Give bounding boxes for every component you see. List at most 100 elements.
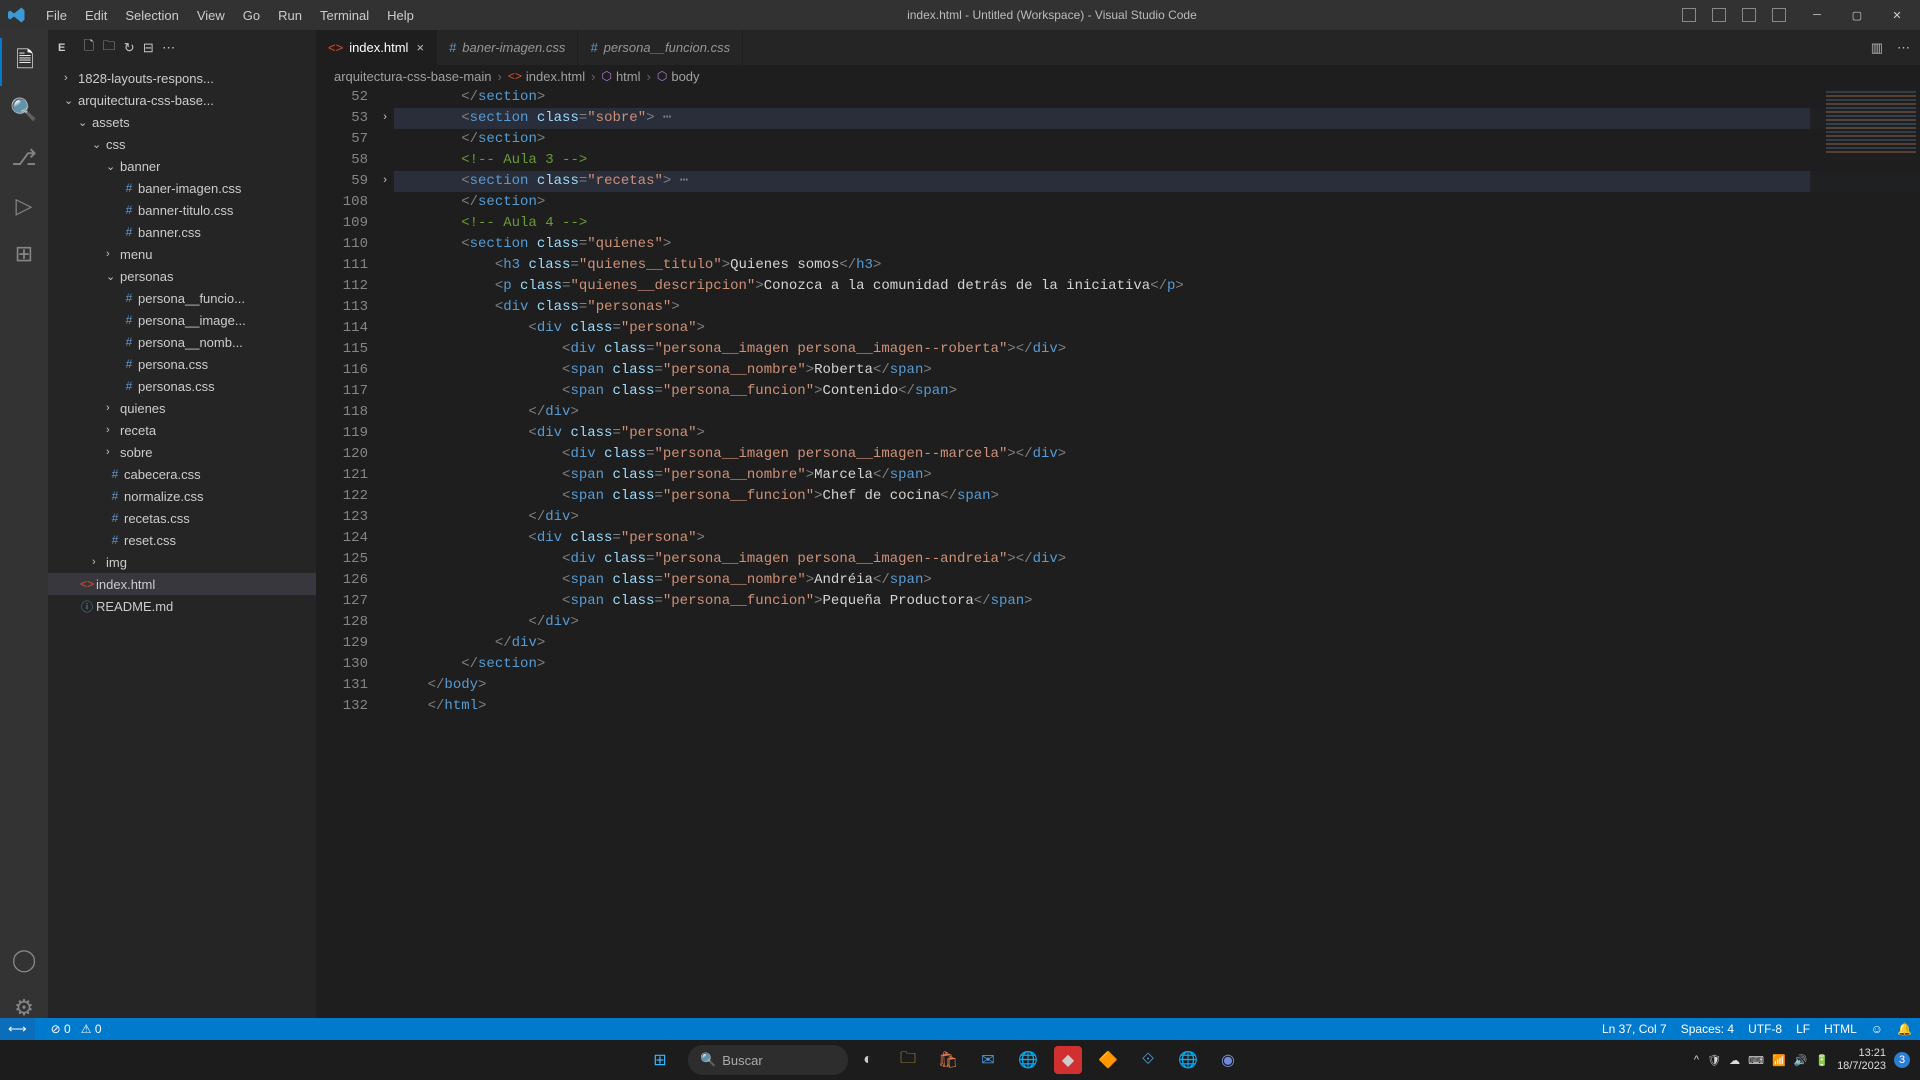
- taskbar-chrome-icon[interactable]: 🌐: [1014, 1046, 1042, 1074]
- status-eol[interactable]: LF: [1796, 1022, 1810, 1036]
- status-errors[interactable]: ⊘ 0: [51, 1022, 71, 1036]
- file-row[interactable]: #normalize.css: [48, 485, 316, 507]
- new-file-icon[interactable]: 🗋: [84, 37, 95, 59]
- layout-icon-3[interactable]: [1742, 8, 1756, 22]
- tab-index-html[interactable]: <> index.html ×: [316, 30, 437, 65]
- taskbar-chrome2-icon[interactable]: 🌐: [1174, 1046, 1202, 1074]
- taskbar-explorer-icon[interactable]: 🗀: [894, 1046, 922, 1074]
- status-cursor-position[interactable]: Ln 37, Col 7: [1602, 1022, 1667, 1036]
- file-row[interactable]: #personas.css: [48, 375, 316, 397]
- menu-run[interactable]: Run: [270, 4, 310, 27]
- breadcrumb[interactable]: arquitectura-css-base-main› <>index.html…: [316, 65, 1920, 87]
- refresh-icon[interactable]: ↻: [124, 40, 135, 56]
- file-row-index[interactable]: <>index.html: [48, 573, 316, 595]
- layout-icon-2[interactable]: [1712, 8, 1726, 22]
- css-file-icon: #: [590, 40, 597, 55]
- layout-icon-4[interactable]: [1772, 8, 1786, 22]
- folder-row[interactable]: ›receta: [48, 419, 316, 441]
- activity-run-debug-icon[interactable]: ▷: [0, 182, 48, 230]
- folder-row[interactable]: ›quienes: [48, 397, 316, 419]
- taskbar-search[interactable]: 🔍 Buscar: [688, 1045, 848, 1075]
- split-editor-icon[interactable]: ▥: [1871, 40, 1883, 56]
- window-close[interactable]: ✕: [1882, 9, 1912, 22]
- menu-view[interactable]: View: [189, 4, 233, 27]
- menu-go[interactable]: Go: [235, 4, 268, 27]
- taskbar-mail-icon[interactable]: ✉: [974, 1046, 1002, 1074]
- tray-volume-icon[interactable]: 🔊: [1794, 1054, 1808, 1067]
- folder-row[interactable]: ⌄assets: [48, 111, 316, 133]
- more-actions-icon[interactable]: ⋯: [162, 40, 175, 56]
- activity-accounts-icon[interactable]: ◯: [0, 936, 48, 984]
- folder-row[interactable]: ⌄personas: [48, 265, 316, 287]
- file-row[interactable]: #cabecera.css: [48, 463, 316, 485]
- file-row[interactable]: #persona__image...: [48, 309, 316, 331]
- window-title: index.html - Untitled (Workspace) - Visu…: [422, 8, 1682, 22]
- tray-wifi-icon[interactable]: 📶: [1772, 1054, 1786, 1067]
- folder-row[interactable]: ›1828-layouts-respons...: [48, 67, 316, 89]
- activity-bar: 🗎 🔍 ⎇ ▷ ⊞ ◯ ⚙: [0, 30, 48, 1040]
- folder-row[interactable]: ⌄banner: [48, 155, 316, 177]
- symbol-icon: ⬡: [601, 69, 611, 83]
- taskbar-copilot-icon[interactable]: ◐: [854, 1046, 882, 1074]
- file-row[interactable]: #banner-titulo.css: [48, 199, 316, 221]
- menu-edit[interactable]: Edit: [77, 4, 115, 27]
- taskbar-app-icon[interactable]: ◆: [1054, 1046, 1082, 1074]
- status-feedback-icon[interactable]: ☺: [1871, 1022, 1883, 1036]
- file-row[interactable]: #persona__nomb...: [48, 331, 316, 353]
- file-row[interactable]: #persona__funcio...: [48, 287, 316, 309]
- status-warnings[interactable]: ⚠ 0: [81, 1022, 102, 1036]
- close-icon[interactable]: ×: [416, 40, 424, 55]
- taskbar-discord-icon[interactable]: ◉: [1214, 1046, 1242, 1074]
- file-row[interactable]: #recetas.css: [48, 507, 316, 529]
- folder-row[interactable]: ›sobre: [48, 441, 316, 463]
- tray-battery-icon[interactable]: 🔋: [1815, 1054, 1829, 1067]
- menu-terminal[interactable]: Terminal: [312, 4, 377, 27]
- menu-selection[interactable]: Selection: [117, 4, 186, 27]
- collapse-all-icon[interactable]: ⊟: [143, 40, 154, 56]
- editor-body[interactable]: 525357 5859108 109110111 112113114 11511…: [316, 87, 1920, 1040]
- folder-row[interactable]: ›menu: [48, 243, 316, 265]
- remote-button[interactable]: ⟷: [0, 1018, 35, 1040]
- tray-notification-badge[interactable]: 3: [1894, 1052, 1910, 1068]
- more-tabs-icon[interactable]: ⋯: [1897, 40, 1910, 56]
- fold-column[interactable]: ››: [376, 87, 394, 1040]
- tray-onedrive-icon[interactable]: ☁: [1729, 1054, 1740, 1067]
- layout-icon-1[interactable]: [1682, 8, 1696, 22]
- folder-row[interactable]: ⌄arquitectura-css-base...: [48, 89, 316, 111]
- file-row[interactable]: #baner-imagen.css: [48, 177, 316, 199]
- minimap[interactable]: [1810, 87, 1920, 1040]
- tab-baner-imagen[interactable]: # baner-imagen.css: [437, 30, 578, 65]
- status-encoding[interactable]: UTF-8: [1748, 1022, 1782, 1036]
- new-folder-icon[interactable]: 🗀: [102, 37, 115, 59]
- file-row[interactable]: ⓘREADME.md: [48, 595, 316, 617]
- folder-row[interactable]: ⌄css: [48, 133, 316, 155]
- activity-search-icon[interactable]: 🔍: [0, 86, 48, 134]
- menu-help[interactable]: Help: [379, 4, 422, 27]
- activity-source-control-icon[interactable]: ⎇: [0, 134, 48, 182]
- start-button[interactable]: ⊞: [646, 1046, 674, 1074]
- editor-tabs: <> index.html × # baner-imagen.css # per…: [316, 30, 1920, 65]
- activity-extensions-icon[interactable]: ⊞: [0, 230, 48, 278]
- tray-language-icon[interactable]: ⌨: [1748, 1054, 1764, 1067]
- tab-persona-funcion[interactable]: # persona__funcion.css: [578, 30, 743, 65]
- tray-security-icon[interactable]: 🛡: [1707, 1054, 1721, 1067]
- windows-taskbar: ⊞ 🔍 Buscar ◐ 🗀 🛍 ✉ 🌐 ◆ 🔶 ⟐ 🌐 ◉ ^ 🛡 ☁ ⌨ 📶…: [0, 1040, 1920, 1080]
- tray-clock[interactable]: 13:21 18/7/2023: [1837, 1047, 1886, 1073]
- tray-chevron-icon[interactable]: ^: [1694, 1054, 1699, 1066]
- window-maximize[interactable]: ▢: [1842, 9, 1872, 22]
- taskbar-app2-icon[interactable]: 🔶: [1094, 1046, 1122, 1074]
- activity-explorer-icon[interactable]: 🗎: [0, 38, 48, 86]
- taskbar-store-icon[interactable]: 🛍: [934, 1046, 962, 1074]
- folder-row[interactable]: ›img: [48, 551, 316, 573]
- menu-file[interactable]: File: [38, 4, 75, 27]
- file-row[interactable]: #reset.css: [48, 529, 316, 551]
- file-row[interactable]: #persona.css: [48, 353, 316, 375]
- code-content[interactable]: </section> <section class="sobre"> ⋯ </s…: [394, 87, 1920, 1040]
- status-indentation[interactable]: Spaces: 4: [1681, 1022, 1734, 1036]
- file-row[interactable]: #banner.css: [48, 221, 316, 243]
- status-notifications-icon[interactable]: 🔔: [1897, 1022, 1912, 1036]
- system-tray[interactable]: ^ 🛡 ☁ ⌨ 📶 🔊 🔋 13:21 18/7/2023 3: [1694, 1047, 1910, 1073]
- window-minimize[interactable]: ─: [1802, 9, 1832, 21]
- taskbar-vscode-icon[interactable]: ⟐: [1134, 1046, 1162, 1074]
- status-language[interactable]: HTML: [1824, 1022, 1857, 1036]
